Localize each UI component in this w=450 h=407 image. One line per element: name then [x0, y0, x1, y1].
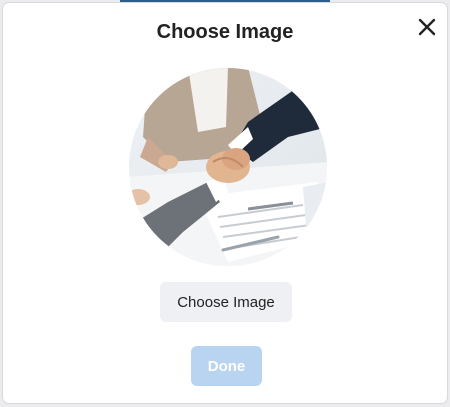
close-icon[interactable]: [415, 15, 439, 39]
choose-image-dialog: Choose Image Choose Image Done: [3, 3, 447, 403]
image-preview: [128, 67, 328, 267]
dialog-title: Choose Image: [156, 21, 294, 43]
choose-image-button[interactable]: Choose Image: [160, 282, 292, 322]
done-button[interactable]: Done: [191, 346, 262, 386]
